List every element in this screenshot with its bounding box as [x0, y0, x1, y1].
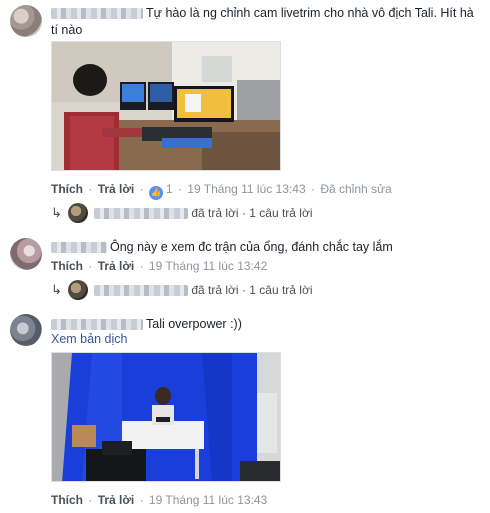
- comment-photo-greenscreen[interactable]: [51, 352, 281, 482]
- comment-text: Ông này e xem đc trận của ổng, đánh chắc…: [110, 240, 393, 254]
- commenter-avatar[interactable]: [10, 314, 42, 346]
- reply-count[interactable]: 1 câu trả lời: [249, 283, 312, 297]
- photo-greenscreen-studio: [52, 353, 280, 481]
- commenter-avatar[interactable]: [10, 238, 42, 270]
- reply-summary[interactable]: ↳: [51, 205, 68, 221]
- reply-summary-text[interactable]: đã trả lời · 1 câu trả lời: [94, 283, 313, 297]
- comment-body: Tali overpower :)): [51, 316, 481, 333]
- replier-avatar: [68, 203, 88, 223]
- reply-action: đã trả lời: [191, 283, 239, 297]
- see-translation-link[interactable]: Xem bản dịch: [51, 332, 127, 346]
- thumbs-up-icon[interactable]: 👍: [148, 186, 163, 200]
- replier-name-blurred: [94, 285, 188, 297]
- comment-timestamp[interactable]: 19 Tháng 11 lúc 13:43: [149, 493, 267, 507]
- reply-link[interactable]: Trả lời: [98, 259, 135, 273]
- replier-avatar: [68, 280, 88, 300]
- replier-name-blurred: [94, 208, 188, 220]
- comment-actions: Thích · Trả lời · 19 Tháng 11 lúc 13:43: [51, 493, 268, 507]
- commenter-avatar[interactable]: [10, 5, 42, 37]
- reply-count[interactable]: 1 câu trả lời: [249, 206, 312, 220]
- reply-summary[interactable]: ↳: [51, 282, 68, 298]
- reply-arrow-icon: ↳: [51, 282, 62, 297]
- comment-photo-streaming-desk[interactable]: [51, 41, 281, 171]
- reaction-count[interactable]: 1: [166, 182, 173, 196]
- comment-body: Ông này e xem đc trận của ổng, đánh chắc…: [51, 239, 481, 256]
- like-link[interactable]: Thích: [51, 493, 83, 507]
- commenter-name-blurred[interactable]: [51, 319, 143, 331]
- like-link[interactable]: Thích: [51, 182, 83, 196]
- reply-action: đã trả lời: [191, 206, 239, 220]
- reply-arrow-icon: ↳: [51, 205, 62, 220]
- comment-text: Tali overpower :)): [146, 317, 242, 331]
- comment-timestamp[interactable]: 19 Tháng 11 lúc 13:42: [149, 259, 267, 273]
- edited-label[interactable]: Đã chỉnh sửa: [320, 182, 391, 196]
- reply-link[interactable]: Trả lời: [98, 493, 135, 507]
- reply-summary-text[interactable]: đã trả lời · 1 câu trả lời: [94, 206, 313, 220]
- comment-actions: Thích · Trả lời · 👍 1 · 19 Tháng 11 lúc 1…: [51, 182, 392, 200]
- commenter-name-blurred[interactable]: [51, 8, 143, 20]
- commenter-name-blurred[interactable]: [51, 242, 107, 254]
- photo-streaming-desk: [52, 42, 280, 170]
- like-link[interactable]: Thích: [51, 259, 83, 273]
- comment-actions: Thích · Trả lời · 19 Tháng 11 lúc 13:42: [51, 259, 268, 273]
- comment-timestamp[interactable]: 19 Tháng 11 lúc 13:43: [187, 182, 305, 196]
- reply-link[interactable]: Trả lời: [98, 182, 135, 196]
- comment-body: Tự hào là ng chỉnh cam livetrim cho nhà …: [51, 5, 481, 39]
